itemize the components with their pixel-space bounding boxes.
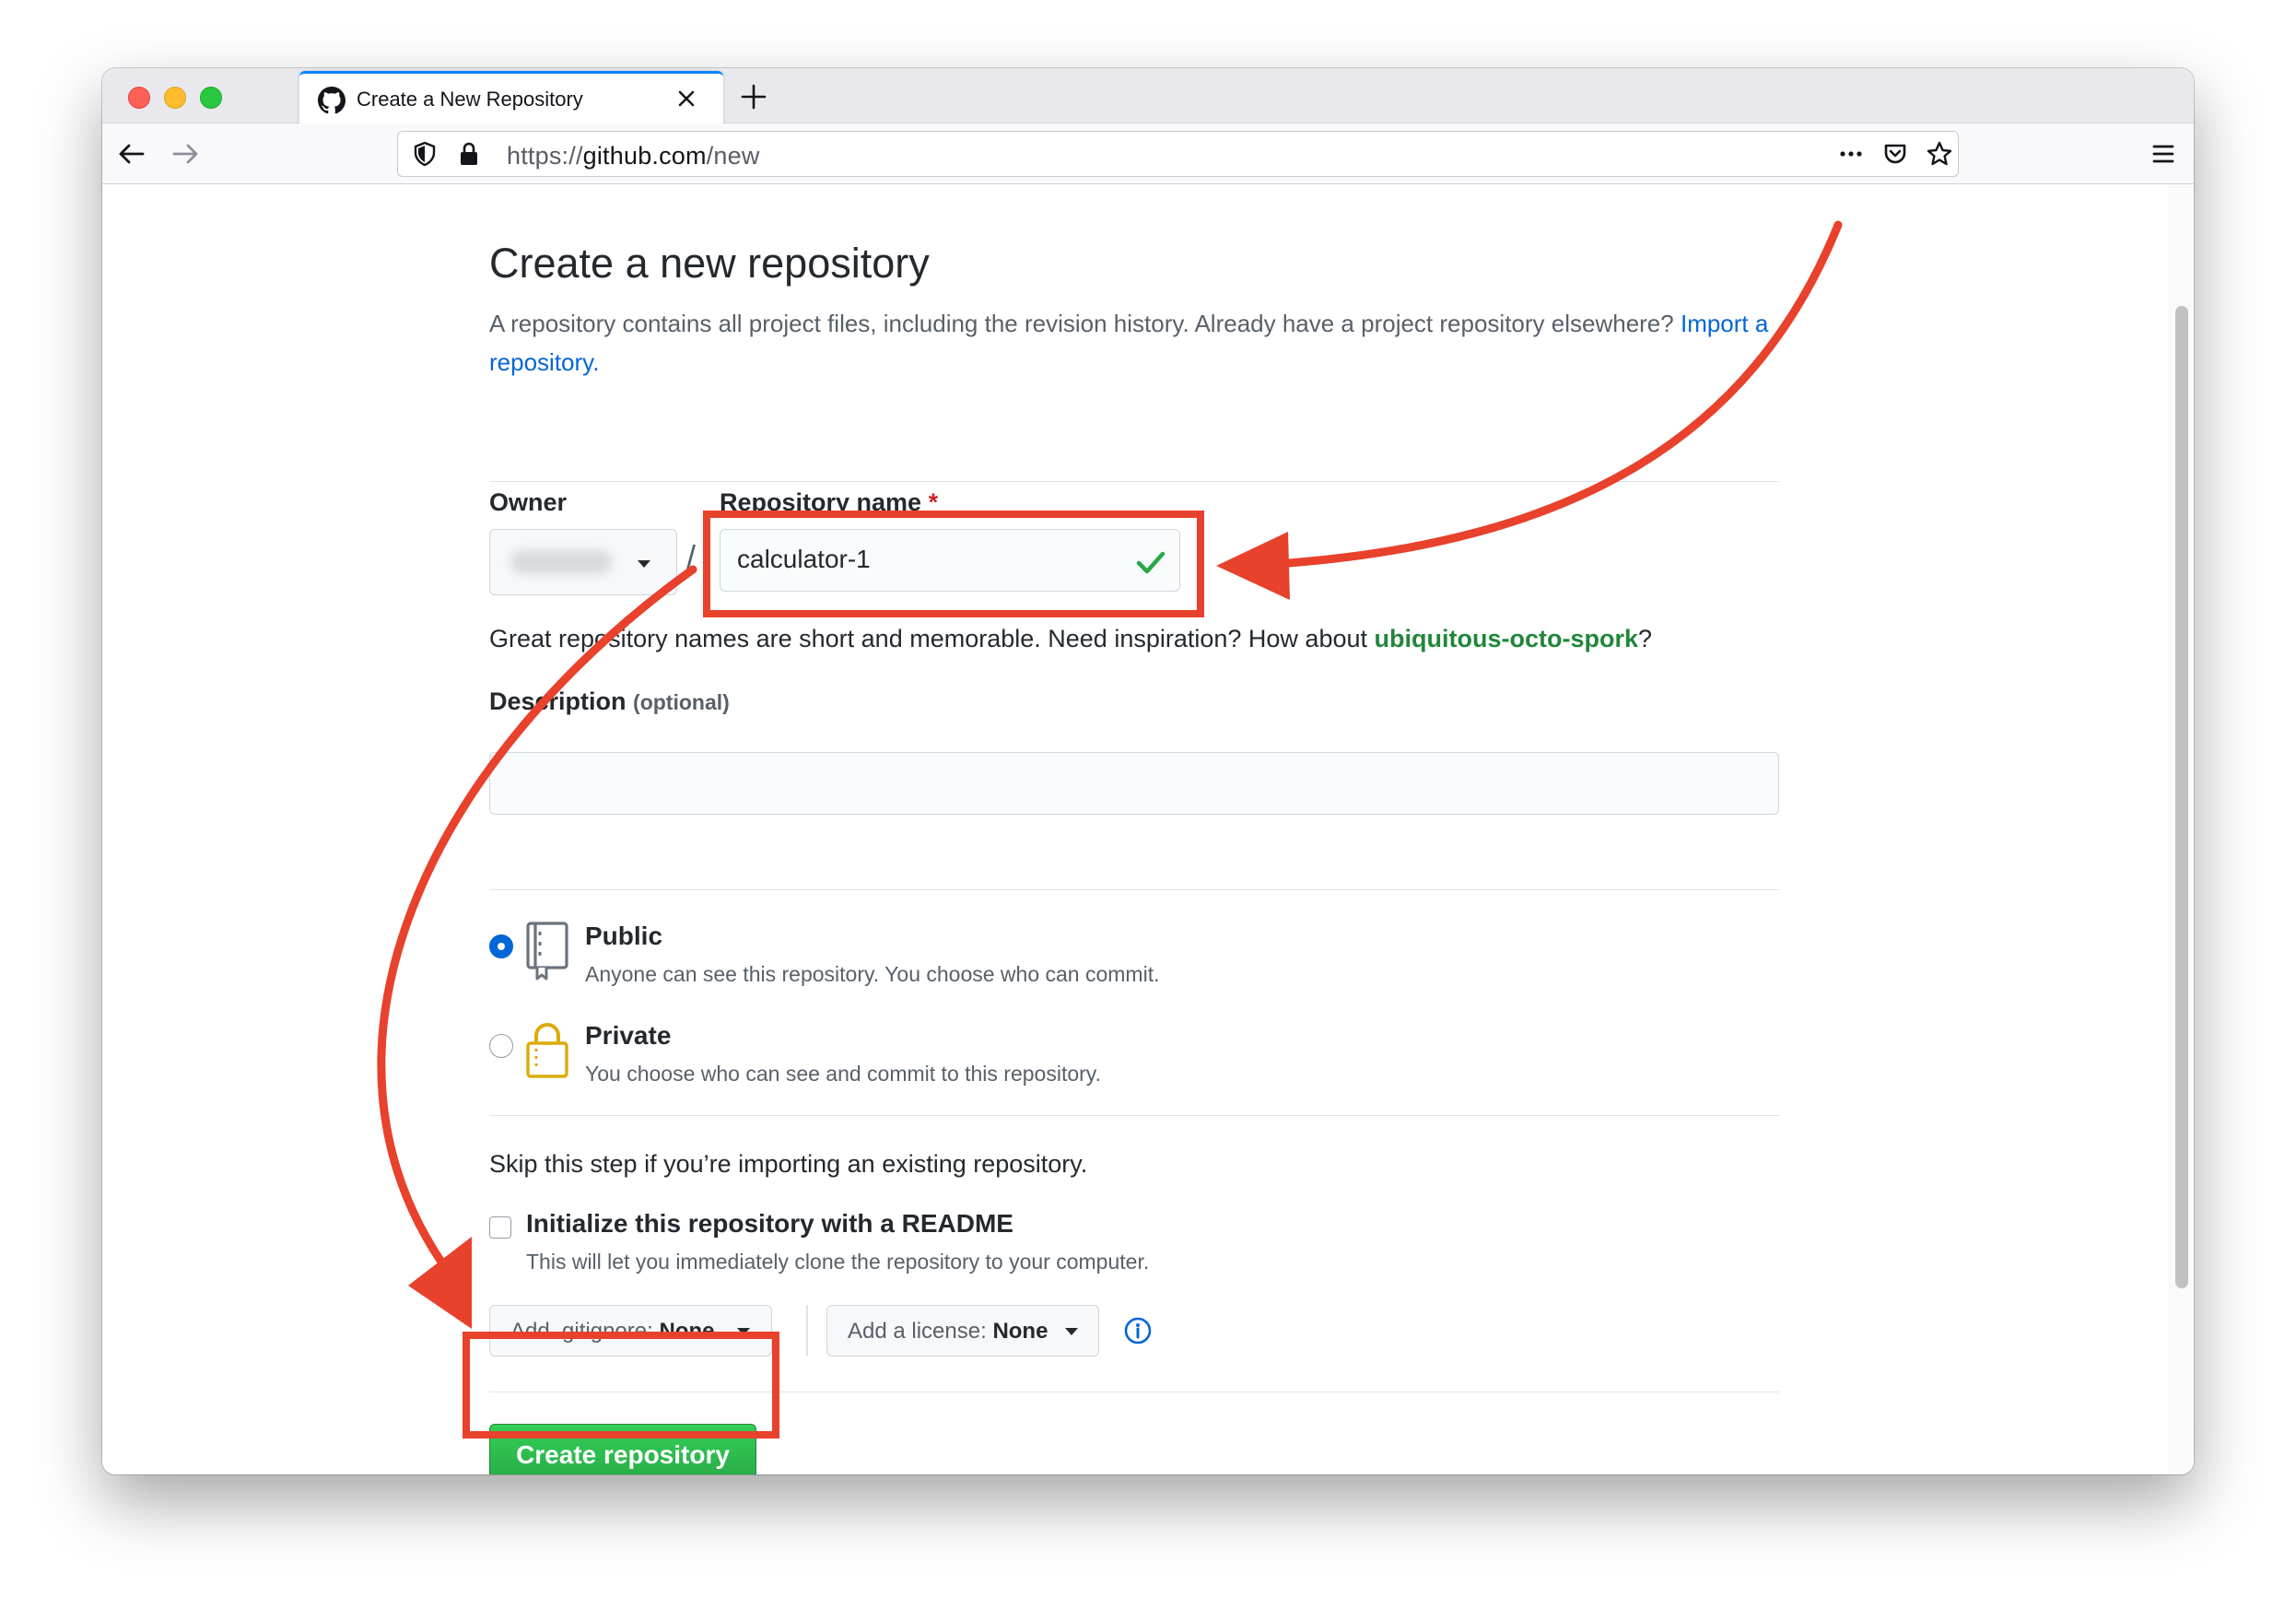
create-repository-button[interactable]: Create repository (489, 1424, 756, 1474)
repository-name-hint: Great repository names are short and mem… (489, 625, 1779, 653)
description-label-text: Description (489, 687, 627, 715)
gitignore-dropdown[interactable]: Add .gitignore: None (489, 1305, 772, 1356)
repository-name-label-text: Repository name (720, 488, 922, 516)
more-icon[interactable] (1837, 140, 1865, 168)
license-label: Add a license: (848, 1319, 987, 1344)
suggested-name-link[interactable]: ubiquitous-octo-spork (1375, 625, 1638, 652)
repo-book-icon (526, 922, 568, 981)
gitignore-value: None (659, 1319, 715, 1344)
owner-dropdown[interactable] (489, 529, 677, 595)
tab-create-repository[interactable]: Create a New Repository (299, 71, 723, 124)
dropdown-separator (806, 1305, 808, 1356)
url-scheme: https:// (507, 142, 583, 170)
optional-tag: (optional) (633, 690, 730, 714)
star-icon[interactable] (1926, 140, 1953, 168)
description-input[interactable] (489, 752, 1779, 815)
shield-icon[interactable] (411, 140, 439, 168)
chevron-down-icon (638, 560, 650, 568)
repository-name-input[interactable]: calculator-1 (720, 529, 1180, 592)
license-value: None (992, 1319, 1048, 1344)
public-option-desc: Anyone can see this repository. You choo… (585, 962, 1160, 986)
minimize-window-button[interactable] (164, 87, 186, 109)
page-subtitle: A repository contains all project files,… (489, 304, 1779, 382)
hint-text: Great repository names are short and mem… (489, 625, 1367, 652)
subtitle-text: A repository contains all project files,… (489, 310, 1674, 337)
section-divider (489, 889, 1779, 890)
close-window-button[interactable] (128, 87, 150, 109)
page-content: Create a new repository A repository con… (102, 184, 2194, 1474)
public-radio[interactable] (489, 934, 513, 958)
description-label: Description (optional) (489, 687, 730, 716)
page-title: Create a new repository (489, 240, 930, 287)
padlock-icon (526, 1023, 568, 1078)
owner-repo-separator: / (686, 538, 697, 576)
readme-checkbox[interactable] (489, 1216, 511, 1239)
hamburger-menu-icon[interactable] (2148, 138, 2179, 170)
tab-title: Create a New Repository (357, 88, 583, 111)
url-path: /new (706, 142, 760, 170)
public-option-title: Public (585, 922, 663, 950)
navigation-bar: https://github.com/new (102, 123, 2194, 184)
chevron-down-icon (737, 1328, 750, 1335)
checkmark-icon (1136, 551, 1166, 574)
plus-icon[interactable] (738, 81, 769, 112)
chevron-down-icon (1065, 1328, 1078, 1335)
skip-step-text: Skip this step if you’re importing an ex… (489, 1150, 1088, 1178)
browser-window: Create a New Repository https://github.c… (102, 68, 2194, 1474)
license-dropdown[interactable]: Add a license: None (826, 1305, 1099, 1356)
lock-icon[interactable] (455, 140, 483, 168)
info-icon[interactable] (1123, 1316, 1153, 1345)
maximize-window-button[interactable] (200, 87, 222, 109)
gitignore-label: Add .gitignore: (510, 1319, 653, 1344)
readme-label[interactable]: Initialize this repository with a README (526, 1209, 1013, 1239)
repository-name-value: calculator-1 (737, 545, 871, 573)
scrollbar-thumb[interactable] (2175, 306, 2188, 1288)
private-radio[interactable] (489, 1034, 513, 1058)
url-host: github.com (582, 142, 707, 170)
back-arrow-icon[interactable] (115, 138, 146, 170)
private-option-desc: You choose who can see and commit to thi… (585, 1062, 1101, 1086)
private-option-title: Private (585, 1021, 672, 1050)
tab-strip: Create a New Repository (102, 68, 2194, 124)
hint-suffix: ? (1637, 625, 1653, 652)
repository-name-label: Repository name * (720, 488, 938, 517)
owner-label: Owner (489, 488, 568, 516)
address-bar[interactable]: https://github.com/new (397, 131, 1959, 177)
required-mark: * (928, 488, 939, 516)
owner-avatar-blurred (510, 550, 612, 574)
section-divider (489, 481, 1779, 482)
github-icon (318, 87, 346, 114)
pocket-icon[interactable] (1881, 140, 1909, 168)
close-icon[interactable] (673, 85, 700, 112)
url-text[interactable]: https://github.com/new (507, 142, 760, 170)
readme-desc: This will let you immediately clone the … (526, 1250, 1150, 1274)
section-divider (489, 1115, 1779, 1116)
forward-arrow-icon[interactable] (170, 138, 202, 170)
